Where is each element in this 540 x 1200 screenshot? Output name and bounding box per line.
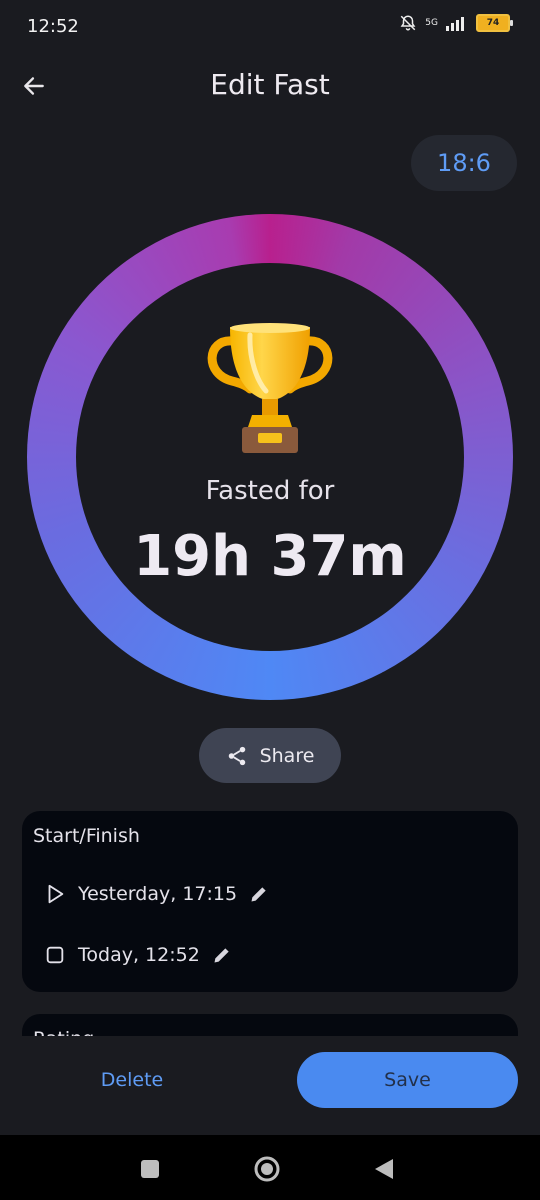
play-icon bbox=[48, 884, 64, 904]
progress-ring: Fasted for 19h 37m bbox=[27, 214, 513, 700]
pencil-icon[interactable] bbox=[249, 884, 269, 904]
start-time-row[interactable]: Yesterday, 17:15 bbox=[44, 883, 269, 905]
bell-off-icon bbox=[400, 15, 416, 31]
start-time-text: Yesterday, 17:15 bbox=[78, 883, 238, 905]
signal-icon bbox=[446, 17, 464, 31]
stop-icon bbox=[46, 946, 64, 964]
system-nav-bar bbox=[0, 1135, 540, 1200]
trophy-icon bbox=[207, 323, 333, 453]
save-button[interactable]: Save bbox=[297, 1052, 518, 1108]
fasted-duration: 19h 37m bbox=[133, 524, 407, 589]
network-label: 5G bbox=[425, 18, 438, 28]
status-icons: 5G 74 bbox=[399, 14, 513, 32]
home-circle-icon bbox=[254, 1156, 280, 1182]
status-bar: 12:52 5G 74 bbox=[0, 0, 540, 56]
status-time: 12:52 bbox=[27, 16, 79, 37]
start-finish-card: Start/Finish Yesterday, 17:15 Today, 12:… bbox=[22, 811, 518, 992]
fasted-for-label: Fasted for bbox=[205, 476, 335, 506]
share-label: Share bbox=[259, 744, 315, 767]
action-bar: Delete Save bbox=[0, 1036, 540, 1136]
pencil-icon[interactable] bbox=[212, 945, 232, 965]
fasting-plan-chip[interactable]: 18:6 bbox=[411, 135, 517, 191]
app-header: Edit Fast bbox=[0, 56, 540, 116]
page-title: Edit Fast bbox=[210, 68, 330, 101]
delete-button[interactable]: Delete bbox=[70, 1052, 194, 1108]
finish-time-row[interactable]: Today, 12:52 bbox=[44, 944, 232, 966]
recents-button[interactable] bbox=[134, 1153, 166, 1185]
battery-icon: 74 bbox=[476, 14, 513, 32]
battery-level: 74 bbox=[486, 18, 500, 28]
triangle-back-icon bbox=[375, 1159, 393, 1179]
home-button[interactable] bbox=[251, 1153, 283, 1185]
finish-time-text: Today, 12:52 bbox=[78, 944, 200, 966]
share-button[interactable]: Share bbox=[199, 728, 341, 783]
start-finish-title: Start/Finish bbox=[33, 825, 140, 847]
back-nav-button[interactable] bbox=[368, 1153, 400, 1185]
square-icon bbox=[141, 1160, 159, 1178]
share-icon bbox=[228, 746, 245, 765]
